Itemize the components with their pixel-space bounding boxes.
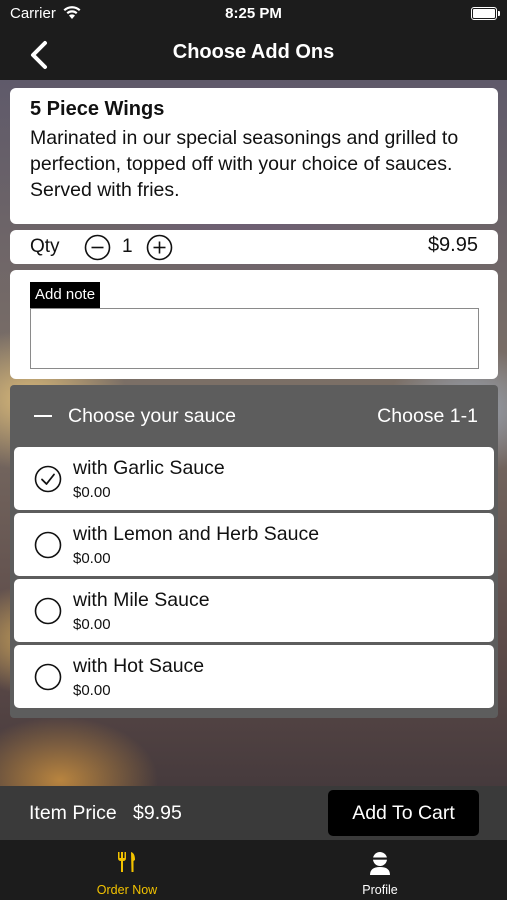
navigation-bar: Choose Add Ons bbox=[0, 30, 507, 80]
battery-level bbox=[473, 9, 495, 18]
note-label: Add note bbox=[30, 282, 101, 308]
item-price: $9.95 bbox=[427, 234, 478, 256]
quantity-value: 1 bbox=[122, 236, 133, 257]
option-price: $0.00 bbox=[73, 484, 111, 501]
add-to-cart-button[interactable]: Add To Cart bbox=[328, 790, 479, 836]
item-name: 5 Piece Wings bbox=[30, 98, 165, 120]
tab-label: Order Now bbox=[96, 883, 158, 897]
item-price-label: Item Price bbox=[29, 802, 117, 824]
tab-profile[interactable]: Profile bbox=[300, 840, 460, 900]
cart-footer: Item Price $9.95 Add To Cart bbox=[0, 786, 507, 840]
item-description-card: 5 Piece Wings Marinated in our special s… bbox=[10, 88, 498, 224]
option-name: with Hot Sauce bbox=[73, 655, 205, 677]
option-price: $0.00 bbox=[73, 682, 111, 699]
item-price-value: $9.95 bbox=[133, 802, 182, 824]
empty-circle-icon[interactable] bbox=[34, 597, 62, 625]
option-name: with Mile Sauce bbox=[73, 589, 210, 611]
cutlery-icon bbox=[118, 852, 135, 872]
option-price: $0.00 bbox=[73, 550, 111, 567]
tab-label: Profile bbox=[362, 883, 398, 897]
tab-bar: Order Now Profile bbox=[0, 840, 507, 900]
battery-icon bbox=[471, 7, 500, 20]
sauce-group: Choose your sauce Choose 1-1 with Garlic… bbox=[10, 385, 498, 718]
item-description: Marinated in our special seasonings and … bbox=[30, 127, 459, 201]
user-icon bbox=[370, 852, 390, 875]
collapse-icon[interactable] bbox=[34, 415, 52, 417]
plus-circle-icon[interactable] bbox=[146, 234, 173, 261]
sauce-option-mile[interactable]: with Mile Sauce $0.00 bbox=[14, 579, 494, 642]
option-name: with Garlic Sauce bbox=[73, 457, 225, 479]
empty-circle-icon[interactable] bbox=[34, 663, 62, 691]
note-input[interactable] bbox=[30, 308, 479, 369]
sauce-group-header[interactable]: Choose your sauce Choose 1-1 bbox=[10, 385, 498, 445]
sauce-option-lemon-herb[interactable]: with Lemon and Herb Sauce $0.00 bbox=[14, 513, 494, 576]
option-price: $0.00 bbox=[73, 616, 111, 633]
option-name: with Lemon and Herb Sauce bbox=[73, 523, 320, 545]
sauce-group-limit: Choose 1-1 bbox=[377, 405, 478, 427]
sauce-group-title: Choose your sauce bbox=[68, 405, 237, 427]
clock: 8:25 PM bbox=[225, 5, 282, 22]
note-card: Add note bbox=[10, 270, 498, 379]
status-bar: Carrier 8:25 PM bbox=[0, 0, 507, 30]
empty-circle-icon[interactable] bbox=[34, 531, 62, 559]
minus-circle-icon[interactable] bbox=[84, 234, 111, 261]
page-title: Choose Add Ons bbox=[172, 41, 335, 63]
quantity-stepper: Qty 1 $9.95 bbox=[10, 230, 498, 264]
quantity-label: Qty bbox=[30, 236, 60, 257]
sauce-option-hot[interactable]: with Hot Sauce $0.00 bbox=[14, 645, 494, 708]
tab-order-now[interactable]: Order Now bbox=[47, 840, 207, 900]
sauce-option-garlic[interactable]: with Garlic Sauce $0.00 bbox=[14, 447, 494, 510]
checked-circle-icon[interactable] bbox=[34, 465, 62, 493]
